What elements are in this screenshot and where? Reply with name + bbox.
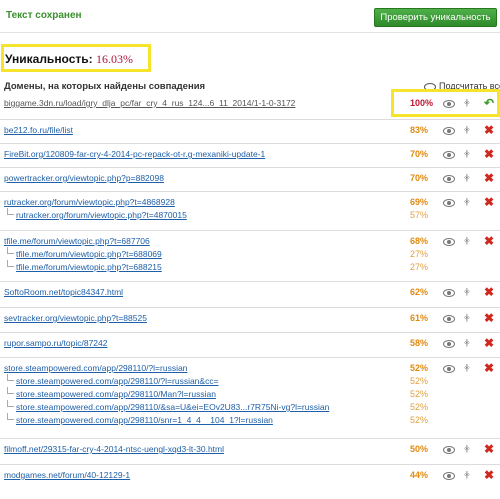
match-percent: 58% bbox=[410, 338, 429, 348]
compare-icon[interactable]: ◦|◦ bbox=[464, 236, 470, 245]
row-separator bbox=[0, 281, 500, 282]
tree-connector bbox=[7, 387, 14, 394]
compare-icon[interactable]: ◦|◦ bbox=[464, 98, 470, 107]
match-percent: 61% bbox=[410, 313, 429, 323]
match-percent: 70% bbox=[410, 173, 429, 183]
eye-icon[interactable] bbox=[443, 289, 455, 297]
match-percent: 50% bbox=[410, 444, 429, 454]
result-link[interactable]: sevtracker.org/viewtopic.php?t=88525 bbox=[4, 313, 147, 323]
sub-result-link[interactable]: store.steampowered.com/app/298110/?l=rus… bbox=[16, 376, 219, 386]
delete-icon[interactable]: ✖ bbox=[484, 172, 494, 184]
eye-icon[interactable] bbox=[443, 340, 455, 348]
compare-icon[interactable]: ◦|◦ bbox=[464, 363, 470, 372]
delete-icon[interactable]: ✖ bbox=[484, 148, 494, 160]
tree-connector bbox=[7, 260, 14, 267]
compare-icon[interactable]: ◦|◦ bbox=[464, 287, 470, 296]
delete-icon[interactable]: ✖ bbox=[484, 312, 494, 324]
eye-icon[interactable] bbox=[443, 199, 455, 207]
result-link[interactable]: biggame.3dn.ru/load/igry_dlja_pc/far_cry… bbox=[4, 98, 295, 108]
check-uniqueness-button[interactable]: Проверить уникальность bbox=[374, 8, 497, 27]
result-link[interactable]: rutracker.org/forum/viewtopic.php?t=4868… bbox=[4, 197, 175, 207]
eye-icon[interactable] bbox=[443, 365, 455, 373]
result-link[interactable]: be212.fo.ru/file/list bbox=[4, 125, 73, 135]
eye-icon[interactable] bbox=[443, 100, 455, 108]
eye-icon[interactable] bbox=[443, 238, 455, 246]
sub-result-link[interactable]: store.steampowered.com/app/298110/Man?l=… bbox=[16, 389, 216, 399]
delete-icon[interactable]: ✖ bbox=[484, 235, 494, 247]
delete-icon[interactable]: ✖ bbox=[484, 337, 494, 349]
tree-connector bbox=[7, 400, 14, 407]
row-separator bbox=[0, 230, 500, 231]
compare-icon[interactable]: ◦|◦ bbox=[464, 313, 470, 322]
compare-icon[interactable]: ◦|◦ bbox=[464, 444, 470, 453]
result-link[interactable]: SoftoRoom.net/topic84347.html bbox=[4, 287, 123, 297]
match-percent: 68% bbox=[410, 236, 429, 246]
sub-result-link[interactable]: rutracker.org/forum/viewtopic.php?t=4870… bbox=[16, 210, 187, 220]
delete-icon[interactable]: ✖ bbox=[484, 443, 494, 455]
uniqueness-value: 16.03% bbox=[96, 52, 133, 66]
row-separator bbox=[0, 119, 500, 120]
match-percent: 70% bbox=[410, 149, 429, 159]
result-link[interactable]: filmoff.net/29315-far-cry-4-2014-ntsc-ue… bbox=[4, 444, 224, 454]
match-percent: 69% bbox=[410, 197, 429, 207]
saved-status: Текст сохранен bbox=[6, 10, 82, 21]
tree-connector bbox=[7, 413, 14, 420]
eye-icon[interactable] bbox=[443, 127, 455, 135]
restore-icon[interactable]: ↶ bbox=[484, 97, 494, 109]
sub-match-percent: 27% bbox=[410, 262, 429, 272]
eye-icon[interactable] bbox=[443, 446, 455, 454]
sub-match-percent: 57% bbox=[410, 210, 429, 220]
compare-icon[interactable]: ◦|◦ bbox=[464, 125, 470, 134]
result-link[interactable]: modgames.net/forum/40-12129-1 bbox=[4, 470, 130, 480]
top-bar: Текст сохранен Проверить уникальность bbox=[0, 0, 500, 33]
row-separator bbox=[0, 438, 500, 439]
eye-icon[interactable] bbox=[443, 315, 455, 323]
uniqueness-label: Уникальность: bbox=[5, 52, 93, 66]
tree-connector bbox=[7, 208, 14, 215]
sub-match-percent: 52% bbox=[410, 402, 429, 412]
delete-icon[interactable]: ✖ bbox=[484, 362, 494, 374]
delete-icon[interactable]: ✖ bbox=[484, 469, 494, 481]
compare-icon[interactable]: ◦|◦ bbox=[464, 338, 470, 347]
match-percent: 100% bbox=[410, 98, 434, 108]
compare-icon[interactable]: ◦|◦ bbox=[464, 197, 470, 206]
row-separator bbox=[0, 307, 500, 308]
tree-connector bbox=[7, 374, 14, 381]
match-percent: 52% bbox=[410, 363, 429, 373]
match-percent: 62% bbox=[410, 287, 429, 297]
result-link[interactable]: FireBit.org/120809-far-cry-4-2014-pc-rep… bbox=[4, 149, 265, 159]
row-separator bbox=[0, 191, 500, 192]
tree-connector bbox=[7, 247, 14, 254]
row-separator bbox=[0, 167, 500, 168]
eye-icon[interactable] bbox=[443, 175, 455, 183]
result-link[interactable]: store.steampowered.com/app/298110/?l=rus… bbox=[4, 363, 187, 373]
delete-icon[interactable]: ✖ bbox=[484, 124, 494, 136]
compare-icon[interactable]: ◦|◦ bbox=[464, 470, 470, 479]
delete-icon[interactable]: ✖ bbox=[484, 196, 494, 208]
compare-icon[interactable]: ◦|◦ bbox=[464, 149, 470, 158]
eye-icon[interactable] bbox=[443, 472, 455, 480]
row-separator bbox=[0, 464, 500, 465]
sub-result-link[interactable]: store.steampowered.com/app/298110/snr=1_… bbox=[16, 415, 273, 425]
result-link[interactable]: powertracker.org/viewtopic.php?p=882098 bbox=[4, 173, 164, 183]
sub-result-link[interactable]: store.steampowered.com/app/298110/&sa=U&… bbox=[16, 402, 329, 412]
sub-match-percent: 27% bbox=[410, 249, 429, 259]
sub-match-percent: 52% bbox=[410, 389, 429, 399]
result-link[interactable]: tfile.me/forum/viewtopic.php?t=687706 bbox=[4, 236, 150, 246]
row-separator bbox=[0, 143, 500, 144]
sub-match-percent: 52% bbox=[410, 415, 429, 425]
row-separator bbox=[0, 357, 500, 358]
match-percent: 83% bbox=[410, 125, 429, 135]
eye-icon[interactable] bbox=[443, 151, 455, 159]
compare-icon[interactable]: ◦|◦ bbox=[464, 173, 470, 182]
row-separator bbox=[0, 332, 500, 333]
match-percent: 44% bbox=[410, 470, 429, 480]
delete-icon[interactable]: ✖ bbox=[484, 286, 494, 298]
sub-result-link[interactable]: tfile.me/forum/viewtopic.php?t=688215 bbox=[16, 262, 162, 272]
domains-title: Домены, на которых найдены совпадения bbox=[4, 81, 206, 92]
result-link[interactable]: rupor.sampo.ru/topic/87242 bbox=[4, 338, 107, 348]
sub-match-percent: 52% bbox=[410, 376, 429, 386]
sub-result-link[interactable]: tfile.me/forum/viewtopic.php?t=688069 bbox=[16, 249, 162, 259]
